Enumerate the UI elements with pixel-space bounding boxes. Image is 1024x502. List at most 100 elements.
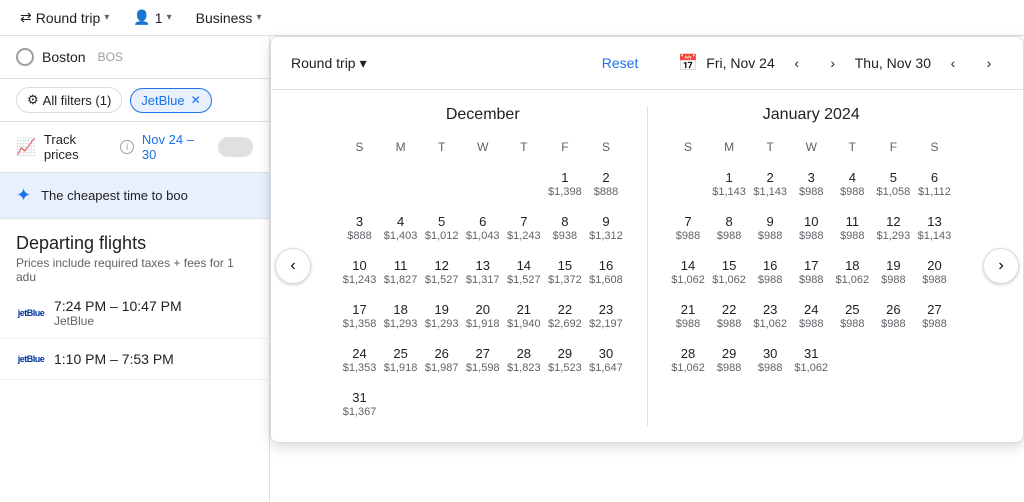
calendar-day-cell[interactable]: 15$1,062	[709, 250, 750, 294]
calendar-day-cell[interactable]: 6$1,043	[462, 206, 503, 250]
day-price: $988	[881, 318, 905, 330]
departing-title: Departing flights	[16, 233, 253, 254]
flight-times-2: 1:10 PM – 7:53 PM	[54, 351, 253, 367]
calendar-day-cell[interactable]: 8$988	[709, 206, 750, 250]
calendar-day-cell[interactable]: 27$1,598	[462, 338, 503, 382]
calendar-day-cell[interactable]: 25$988	[832, 294, 873, 338]
calendar-round-trip-select[interactable]: Round trip ▾	[291, 55, 367, 72]
day-price: $1,112	[918, 186, 951, 198]
search-box: Boston BOS	[0, 36, 269, 79]
calendar-day-cell[interactable]: 9$988	[750, 206, 791, 250]
calendar-day-cell[interactable]: 12$1,527	[421, 250, 462, 294]
calendar-day-cell[interactable]: 7$988	[668, 206, 709, 250]
calendar-day-cell[interactable]: 7$1,243	[503, 206, 544, 250]
round-trip-icon: ⇄	[20, 9, 32, 26]
calendar-day-cell[interactable]: 8$938	[544, 206, 585, 250]
calendar-day-cell[interactable]: 9$1,312	[585, 206, 626, 250]
calendar-day-cell[interactable]: 1$1,398	[544, 162, 585, 206]
all-filters-button[interactable]: ⚙ All filters (1)	[16, 87, 122, 113]
track-prices-toggle[interactable]	[218, 137, 253, 157]
day-price: $1,243	[507, 230, 541, 242]
day-number: 7	[520, 214, 527, 229]
calendar-day-cell	[585, 382, 626, 426]
calendar-day-cell[interactable]: 28$1,823	[503, 338, 544, 382]
calendar-day-cell[interactable]: 12$1,293	[873, 206, 914, 250]
calendar-day-cell[interactable]: 27$988	[914, 294, 955, 338]
date-to-next-button[interactable]: ›	[975, 49, 1003, 77]
day-price: $1,598	[466, 362, 500, 374]
day-number: 23	[599, 302, 613, 317]
day-number: 24	[352, 346, 366, 361]
calendar-prev-button[interactable]: ‹	[275, 248, 311, 284]
flight-item-1[interactable]: jetBlue 7:24 PM – 10:47 PM JetBlue	[0, 288, 269, 339]
calendar-day-cell[interactable]: 5$1,012	[421, 206, 462, 250]
calendar-day-cell[interactable]: 18$1,062	[832, 250, 873, 294]
calendar-day-cell[interactable]: 31$1,367	[339, 382, 380, 426]
calendar-day-cell[interactable]: 13$1,317	[462, 250, 503, 294]
date-from-next-button[interactable]: ›	[819, 49, 847, 77]
calendar-day-cell[interactable]: 2$1,143	[750, 162, 791, 206]
day-number: 30	[599, 346, 613, 361]
calendar-day-cell	[380, 382, 421, 426]
calendar-day-cell[interactable]: 4$988	[832, 162, 873, 206]
date-to-prev-button[interactable]: ‹	[939, 49, 967, 77]
calendar-day-cell[interactable]: 6$1,112	[914, 162, 955, 206]
day-number: 21	[517, 302, 531, 317]
calendar-day-cell[interactable]: 14$1,062	[668, 250, 709, 294]
calendar-day-cell[interactable]: 19$1,293	[421, 294, 462, 338]
day-price: $1,043	[466, 230, 500, 242]
calendar-day-cell[interactable]: 18$1,293	[380, 294, 421, 338]
calendar-day-cell[interactable]: 28$1,062	[668, 338, 709, 382]
calendar-day-cell[interactable]: 10$1,243	[339, 250, 380, 294]
calendar-day-cell[interactable]: 29$988	[709, 338, 750, 382]
calendar-day-cell[interactable]: 2$888	[585, 162, 626, 206]
calendar-day-cell[interactable]: 21$988	[668, 294, 709, 338]
calendar-day-cell[interactable]: 31$1,062	[791, 338, 832, 382]
calendar-day-cell[interactable]: 17$1,358	[339, 294, 380, 338]
calendar-day-cell[interactable]: 24$1,353	[339, 338, 380, 382]
calendar-day-cell[interactable]: 24$988	[791, 294, 832, 338]
calendar-day-cell[interactable]: 17$988	[791, 250, 832, 294]
location-icon	[16, 48, 34, 66]
passengers-button[interactable]: 👤 1 ▾	[125, 5, 179, 30]
calendar-day-cell[interactable]: 16$1,608	[585, 250, 626, 294]
calendar-next-button[interactable]: ›	[983, 248, 1019, 284]
calendar-day-cell[interactable]: 19$988	[873, 250, 914, 294]
flight-item-2[interactable]: jetBlue 1:10 PM – 7:53 PM	[0, 339, 269, 380]
calendar-day-cell[interactable]: 22$2,692	[544, 294, 585, 338]
date-from-prev-button[interactable]: ‹	[783, 49, 811, 77]
calendar-day-cell[interactable]: 10$988	[791, 206, 832, 250]
jetblue-filter-close[interactable]: ✕	[191, 93, 201, 107]
calendar-day-cell[interactable]: 4$1,403	[380, 206, 421, 250]
calendar-day-cell[interactable]: 20$1,918	[462, 294, 503, 338]
info-icon[interactable]: i	[120, 140, 134, 154]
calendar-day-cell[interactable]: 20$988	[914, 250, 955, 294]
calendar-day-cell[interactable]: 1$1,143	[709, 162, 750, 206]
calendar-day-cell[interactable]: 5$1,058	[873, 162, 914, 206]
calendar-day-cell[interactable]: 11$988	[832, 206, 873, 250]
calendar-day-cell[interactable]: 26$1,987	[421, 338, 462, 382]
calendar-day-cell[interactable]: 21$1,940	[503, 294, 544, 338]
calendar-day-cell[interactable]: 23$2,197	[585, 294, 626, 338]
reset-button[interactable]: Reset	[602, 55, 639, 71]
calendar-day-cell[interactable]: 15$1,372	[544, 250, 585, 294]
day-number: 2	[602, 170, 609, 185]
day-price: $1,062	[835, 274, 869, 286]
calendar-day-cell[interactable]: 26$988	[873, 294, 914, 338]
class-button[interactable]: Business ▾	[188, 6, 270, 30]
calendar-day-cell[interactable]: 23$1,062	[750, 294, 791, 338]
calendar-day-cell[interactable]: 22$988	[709, 294, 750, 338]
calendar-day-cell[interactable]: 3$988	[791, 162, 832, 206]
day-price: $988	[922, 318, 946, 330]
calendar-day-cell[interactable]: 14$1,527	[503, 250, 544, 294]
calendar-day-cell[interactable]: 3$888	[339, 206, 380, 250]
trip-type-button[interactable]: ⇄ Round trip ▾	[12, 5, 117, 30]
calendar-day-cell[interactable]: 30$1,647	[585, 338, 626, 382]
calendar-day-cell[interactable]: 11$1,827	[380, 250, 421, 294]
jetblue-filter-button[interactable]: JetBlue ✕	[130, 88, 211, 113]
calendar-day-cell[interactable]: 30$988	[750, 338, 791, 382]
calendar-day-cell[interactable]: 29$1,523	[544, 338, 585, 382]
calendar-day-cell[interactable]: 13$1,143	[914, 206, 955, 250]
calendar-day-cell[interactable]: 25$1,918	[380, 338, 421, 382]
calendar-day-cell[interactable]: 16$988	[750, 250, 791, 294]
